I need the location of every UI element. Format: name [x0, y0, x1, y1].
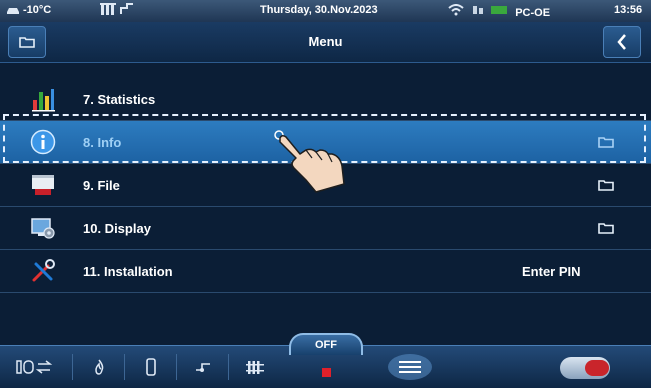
toolbar-divider	[176, 354, 177, 380]
back-button[interactable]	[603, 26, 641, 58]
boiler-button[interactable]	[138, 354, 164, 380]
pump-button[interactable]	[190, 354, 216, 380]
system-icons	[100, 2, 135, 19]
car-icon	[7, 8, 19, 14]
toolbar-divider	[72, 354, 73, 380]
folder-icon	[598, 223, 614, 234]
power-off-indicator	[585, 360, 609, 376]
off-status-tab[interactable]: OFF	[289, 333, 363, 355]
heater-icon	[100, 3, 116, 15]
menu-item-label: 9. File	[83, 178, 120, 193]
menu-item-installation[interactable]: 11. Installation Enter PIN	[0, 250, 651, 293]
menu-item-label: 11. Installation	[83, 264, 173, 279]
chevron-left-icon	[617, 34, 626, 50]
stop-icon[interactable]	[322, 368, 331, 377]
current-date: Thursday, 30.Nov.2023	[260, 4, 378, 16]
menu-item-label: 10. Display	[83, 221, 151, 236]
pump-icon	[196, 363, 210, 372]
hamburger-menu-icon	[388, 354, 432, 380]
radiator-icon	[246, 361, 264, 374]
outside-temperature: -10°C	[6, 4, 51, 16]
flame-button[interactable]	[86, 354, 112, 380]
toolbar-divider	[228, 354, 229, 380]
heating-circuit-button[interactable]	[240, 354, 270, 380]
connection-status: PC-OE	[448, 4, 550, 19]
controller-name: PC-OE	[515, 7, 551, 19]
network-icon	[473, 6, 484, 14]
file-icon	[32, 175, 54, 195]
bar-chart-icon	[32, 89, 55, 112]
auto-mode-button[interactable]	[16, 354, 56, 380]
pump-icon	[120, 3, 134, 14]
status-bar: -10°C Thursday, 30.Nov.2023 PC-OE 13:56	[0, 0, 651, 22]
header-bar: Menu	[0, 22, 651, 63]
tools-icon	[32, 259, 55, 282]
page-title: Menu	[308, 34, 343, 49]
boiler-icon	[146, 358, 156, 376]
display-icon	[31, 218, 55, 239]
menu-item-display[interactable]: 10. Display	[0, 207, 651, 250]
menu-button[interactable]	[383, 354, 437, 380]
menu-item-label: 7. Statistics	[83, 92, 156, 107]
auto-mode-icon	[16, 360, 53, 374]
flame-icon	[95, 359, 104, 375]
folder-icon	[598, 180, 614, 191]
toolbar-divider	[124, 354, 125, 380]
wifi-icon	[448, 4, 464, 16]
tap-hand-icon	[274, 130, 345, 193]
battery-icon	[491, 6, 508, 14]
enter-pin-label: Enter PIN	[522, 264, 581, 279]
current-time: 13:56	[614, 4, 643, 16]
